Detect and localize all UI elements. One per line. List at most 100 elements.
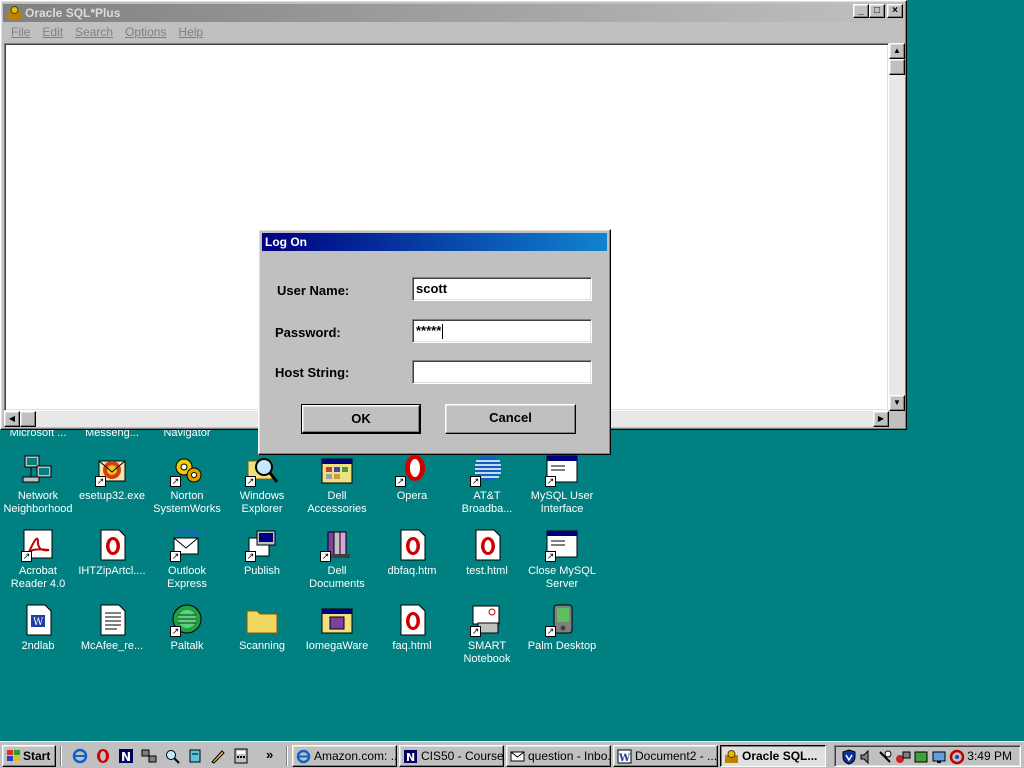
scroll-thumb[interactable] (20, 411, 36, 427)
scroll-down-arrow-icon[interactable]: ▼ (889, 395, 905, 411)
calculator-icon[interactable] (233, 748, 249, 764)
logon-titlebar[interactable]: Log On (262, 233, 607, 251)
vertical-scrollbar[interactable]: ▲ ▼ (889, 43, 905, 411)
task-amazon[interactable]: Amazon.com: ... (292, 745, 397, 767)
menu-options[interactable]: Options (119, 25, 172, 39)
minimize-button[interactable]: _ (853, 4, 869, 18)
menu-search[interactable]: Search (69, 25, 119, 39)
network-connection-icon[interactable] (877, 749, 893, 765)
app-window-icon: ↗ (545, 453, 579, 487)
scroll-left-arrow-icon[interactable]: ◀ (4, 411, 20, 427)
desktop-icon-test-html[interactable]: test.html (449, 528, 525, 578)
task-question-inbox[interactable]: question - Inbo... (506, 745, 611, 767)
desktop-icon-ihtzipartcl[interactable]: IHTZipArtcl.... (74, 528, 150, 578)
desktop-icon-windows-explorer[interactable]: ↗ Windows Explorer (224, 453, 300, 516)
desktop-icon-att-broadband[interactable]: ↗ AT&T Broadba... (449, 453, 525, 516)
desktop-icon-iomegaware[interactable]: IomegaWare (299, 603, 375, 653)
desktop-icon-label: SMART Notebook (463, 640, 511, 665)
clock[interactable]: 3:49 PM (967, 749, 1012, 763)
ok-button-label: OK (302, 405, 420, 433)
notepad-icon[interactable] (187, 748, 203, 764)
desktop-icon-dell-accessories[interactable]: Dell Accessories (299, 453, 375, 516)
desktop-icon-dell-documents[interactable]: ↗ Dell Documents (299, 528, 375, 591)
desktop-icon-label: MySQL User Interface (530, 490, 594, 515)
desktop-icon-label: Acrobat Reader 4.0 (10, 565, 66, 590)
desktop-icon-esetup32[interactable]: ↗ esetup32.exe (74, 453, 150, 503)
desktop-icon-norton-systemworks[interactable]: ↗ Norton SystemWorks (149, 453, 225, 516)
task-oracle-sqlplus[interactable]: Oracle SQL... (720, 745, 826, 767)
menu-edit[interactable]: Edit (36, 25, 69, 39)
desktop-icon-publish[interactable]: ↗ Publish (224, 528, 300, 578)
menu-file[interactable]: File (5, 25, 36, 39)
desktop-icon-label: IomegaWare (305, 640, 369, 652)
desktop-icon-paltalk[interactable]: ↗ Paltalk (149, 603, 225, 653)
desktop-icon-palm-desktop[interactable]: ↗ Palm Desktop (524, 603, 600, 653)
menu-help[interactable]: Help (172, 25, 209, 39)
desktop-icon-network-neighborhood[interactable]: Network Neighborhood (0, 453, 76, 516)
find-icon[interactable] (164, 748, 180, 764)
password-input[interactable]: ***** (412, 319, 592, 343)
desktop-icon-label: Opera (396, 490, 428, 502)
desktop-icon-label: Network Neighborhood (3, 490, 73, 515)
desktop-icon-label: Dell Documents (309, 565, 365, 590)
antivirus-icon[interactable] (949, 749, 965, 765)
desktop-icon-label: Paltalk (170, 640, 204, 652)
sqlplus-titlebar[interactable]: Oracle SQL*Plus (3, 4, 904, 22)
network-tool-icon[interactable] (141, 748, 157, 764)
security-alert-icon[interactable] (895, 749, 911, 765)
desktop-icon-2ndlab[interactable]: W 2ndlab (0, 603, 76, 653)
logon-dialog: Log On User Name: scott Password: ***** … (258, 229, 611, 455)
desktop-icon-close-mysql-server[interactable]: ↗ Close MySQL Server (524, 528, 600, 591)
desktop-icon-acrobat-reader[interactable]: ↗ Acrobat Reader 4.0 (0, 528, 76, 591)
task-document2[interactable]: W Document2 - ... (613, 745, 718, 767)
smart-icon: ↗ (470, 603, 504, 637)
username-input[interactable]: scott (412, 277, 592, 301)
desktop-icon-label: dbfaq.htm (387, 565, 437, 577)
shield-icon[interactable] (841, 749, 857, 765)
desktop-icon-label: Windows Explorer (239, 490, 285, 515)
word-doc-icon: W (21, 603, 55, 637)
scroll-up-arrow-icon[interactable]: ▲ (889, 43, 905, 59)
oracle-icon (7, 5, 22, 20)
desktop-icon-label: IHTZipArtcl.... (78, 565, 146, 577)
pda-sync-icon[interactable] (913, 749, 929, 765)
svg-text:W: W (33, 617, 44, 628)
opera-doc-icon (395, 603, 429, 637)
close-button[interactable]: × (887, 4, 903, 18)
desktop-icon-faq-html[interactable]: faq.html (374, 603, 450, 653)
palm-icon: ↗ (545, 603, 579, 637)
maximize-button[interactable]: □ (869, 4, 885, 18)
netscape-icon[interactable]: N (118, 748, 134, 764)
desktop-icon-label: faq.html (392, 640, 432, 652)
ok-button[interactable]: OK (301, 404, 421, 434)
internet-explorer-icon[interactable] (72, 748, 88, 764)
desktop-icon-mysql-user-interface[interactable]: ↗ MySQL User Interface (524, 453, 600, 516)
cancel-button[interactable]: Cancel (445, 404, 576, 434)
desktop-icon-outlook-express[interactable]: ↗ Outlook Express (149, 528, 225, 591)
scroll-thumb[interactable] (889, 59, 905, 75)
display-icon[interactable] (931, 749, 947, 765)
desktop-icon-opera[interactable]: ↗ Opera (374, 453, 450, 503)
pen-icon[interactable] (210, 748, 226, 764)
host-string-label: Host String: (275, 365, 350, 380)
desktop-icon-dbfaq[interactable]: dbfaq.htm (374, 528, 450, 578)
folder-icon (245, 603, 279, 637)
svg-text:N: N (121, 750, 131, 764)
netscape-icon: N (403, 749, 418, 764)
desktop-icon-label: Norton SystemWorks (153, 490, 221, 515)
start-button[interactable]: Start (2, 745, 56, 767)
desktop-icon-mcafee-readme[interactable]: McAfee_re... (74, 603, 150, 653)
desktop-icon-label: esetup32.exe (78, 490, 146, 502)
opera-icon[interactable] (95, 748, 111, 764)
ie-icon (296, 749, 311, 764)
task-label: question - Inbo... (528, 749, 611, 763)
task-cis50[interactable]: N CIS50 - Course... (399, 745, 504, 767)
more-chevron-icon[interactable]: » (266, 748, 282, 764)
desktop-icon-smart-notebook[interactable]: ↗ SMART Notebook (449, 603, 525, 666)
volume-icon[interactable] (859, 749, 875, 765)
opera-doc-icon (395, 528, 429, 562)
desktop-icon-scanning[interactable]: Scanning (224, 603, 300, 653)
task-label: Amazon.com: ... (314, 749, 397, 763)
scroll-right-arrow-icon[interactable]: ▶ (873, 411, 889, 427)
host-string-input[interactable] (412, 360, 592, 384)
